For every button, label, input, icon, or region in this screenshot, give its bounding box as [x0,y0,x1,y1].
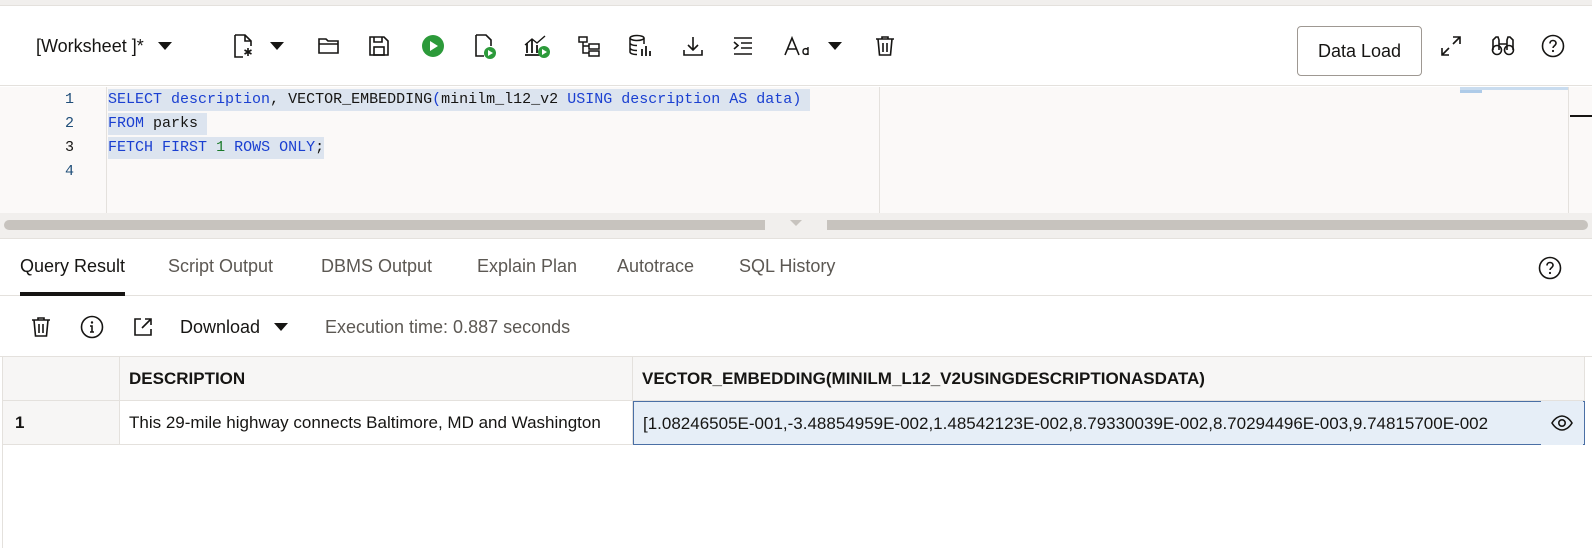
delete-icon[interactable] [870,6,900,86]
help-icon[interactable] [1535,240,1565,296]
font-size-menu-caret[interactable] [824,6,846,86]
token: USING [567,91,613,108]
download-icon[interactable] [678,6,708,86]
result-toolbar: Download Execution time: 0.887 seconds [0,297,1592,357]
font-size-icon[interactable] [780,6,814,86]
output-tabs: Query Result Script Output DBMS Output E… [0,240,1592,296]
token: ONLY [279,139,316,156]
tab-autotrace[interactable]: Autotrace [617,240,694,296]
token: minilm_l12_v2 [441,91,559,108]
grid-header-vector-embedding[interactable]: VECTOR_EMBEDDING(MINILM_L12_V2USINGDESCR… [633,357,1585,401]
chevron-down-icon [828,42,842,50]
token: FIRST [162,139,208,156]
token: FROM [108,115,145,132]
line-number: 2 [64,115,74,132]
row-number[interactable]: 1 [2,401,120,445]
data-load-button[interactable]: Data Load [1297,26,1422,76]
grid-header-description[interactable]: DESCRIPTION [120,357,633,401]
cell-vector-embedding[interactable]: [1.08246505E-001,-3.48854959E-002,1.4854… [633,401,1585,445]
tab-explain-plan[interactable]: Explain Plan [477,240,577,296]
token: SELECT [108,91,163,108]
sql-editor[interactable]: 1 2 3 4 SELECT description, VECTOR_EMBED… [0,87,1592,213]
code-area[interactable]: SELECT description, VECTOR_EMBEDDING(min… [107,87,879,213]
save-icon[interactable] [364,6,394,86]
token: ; [315,139,325,156]
tab-query-result[interactable]: Query Result [20,240,126,296]
line-number: 4 [64,163,74,180]
open-external-icon[interactable] [128,297,158,357]
delete-icon[interactable] [26,297,56,357]
help-icon[interactable] [1538,6,1568,86]
info-icon[interactable] [77,297,107,357]
splitter-grip-icon[interactable] [765,217,827,233]
view-value-eye-icon[interactable] [1541,401,1583,445]
line-number: 1 [64,91,74,108]
new-file-menu-caret[interactable] [266,6,288,86]
token: ROWS [234,139,271,156]
token: data [756,91,793,108]
token: description [621,91,721,108]
download-menu-button[interactable]: Download [180,297,289,357]
worksheet-toolbar: [Worksheet ]* Data Load [0,6,1592,86]
chart-icon[interactable] [522,6,552,86]
code-line-1: SELECT description, VECTOR_EMBEDDING(min… [108,89,811,111]
chevron-down-icon [274,323,289,331]
worksheet-label: [Worksheet ]* [36,35,144,56]
scrollbar-marker [1570,115,1592,117]
code-line-3: FETCH FIRST 1 ROWS ONLY; [108,137,325,159]
token: ( [432,91,442,108]
tab-dbms-output[interactable]: DBMS Output [321,240,432,296]
cell-description[interactable]: This 29-mile highway connects Baltimore,… [120,401,633,445]
chevron-down-icon [270,42,284,50]
run-script-icon[interactable] [470,6,500,86]
pane-splitter[interactable] [0,213,1592,239]
editor-vertical-scrollbar[interactable] [1568,87,1592,213]
result-grid: DESCRIPTION VECTOR_EMBEDDING(MINILM_L12_… [0,357,1592,548]
token: parks [153,115,199,132]
token: AS [729,91,748,108]
code-line-2: FROM parks [108,113,208,135]
tab-script-output[interactable]: Script Output [168,240,273,296]
format-icon[interactable] [728,6,758,86]
run-statement-icon[interactable] [418,6,448,86]
binoculars-icon[interactable] [1488,6,1518,86]
token: VECTOR_EMBEDDING [288,91,433,108]
new-file-icon[interactable] [228,6,258,86]
download-label: Download [180,316,261,337]
execution-time: Execution time: 0.887 seconds [325,317,571,337]
tab-sql-history[interactable]: SQL History [739,240,835,296]
line-number: 3 [64,139,74,156]
token: 1 [216,139,226,156]
worksheet-selector[interactable]: [Worksheet ]* [36,6,206,86]
grid-left-border [2,357,3,548]
open-folder-icon[interactable] [314,6,344,86]
line-number-gutter: 1 2 3 4 [0,87,107,213]
database-icon[interactable] [626,6,656,86]
expand-icon[interactable] [1436,6,1466,86]
editor-right-pane [879,87,1592,213]
minimap-cursor [1460,90,1482,93]
token: ) [792,91,802,108]
chevron-down-icon [157,42,172,50]
token: description [171,91,271,108]
token: FETCH [108,139,154,156]
explain-plan-icon[interactable] [574,6,604,86]
token: , [270,91,280,108]
grid-header-rownum [2,357,120,401]
